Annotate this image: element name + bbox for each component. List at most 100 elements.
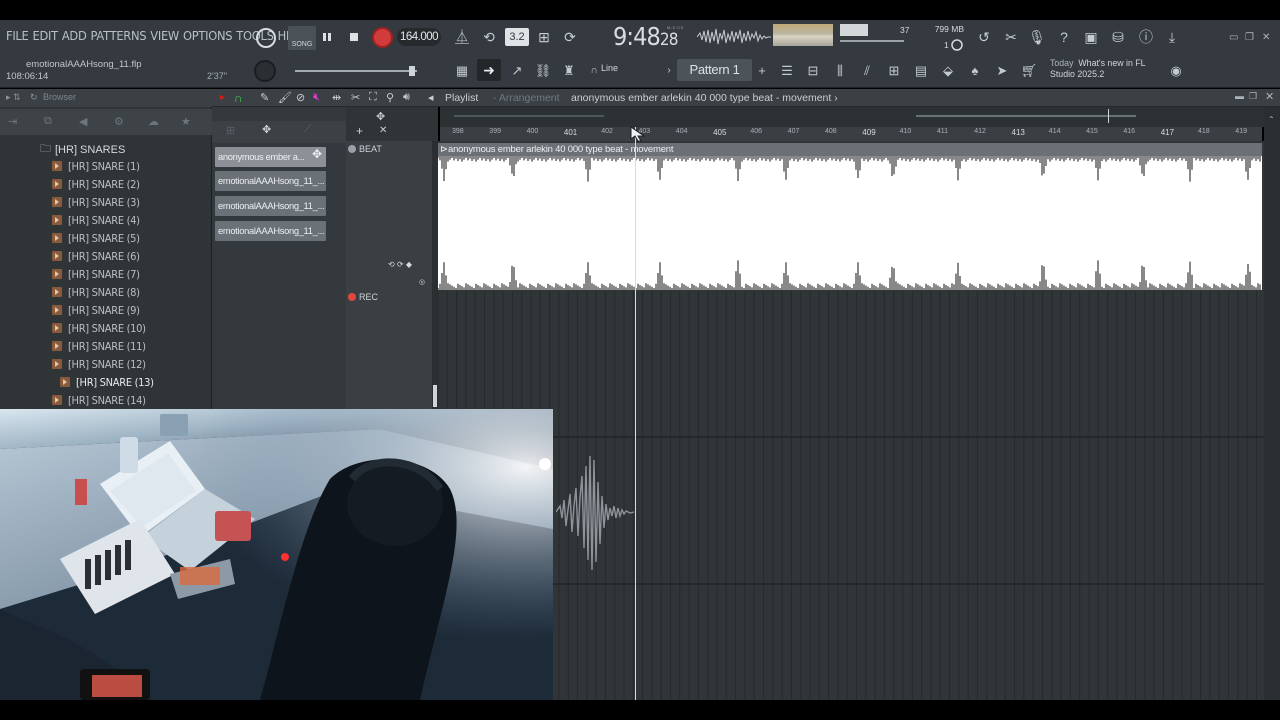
browser-file-item[interactable]: [HR] SNARE (14): [52, 391, 154, 409]
clip-item[interactable]: emotionalAAAHsong_11_...: [215, 171, 326, 191]
picker-edit-icon[interactable]: ⟋: [304, 123, 312, 136]
main-volume-knob[interactable]: [254, 60, 276, 82]
plugin-picker-icon[interactable]: ⬙: [938, 61, 958, 81]
maximize-icon[interactable]: ❐: [1245, 32, 1254, 43]
shop-cart-icon[interactable]: 🛒︎: [1019, 61, 1039, 81]
browser-file-item[interactable]: [HR] SNARE (13): [52, 373, 154, 391]
blend-notes-icon[interactable]: ⊞: [535, 28, 553, 46]
browser-file-item[interactable]: [HR] SNARE (8): [52, 283, 154, 301]
delete-icon[interactable]: ⊘: [296, 91, 305, 104]
zoom-handle[interactable]: [1108, 109, 1109, 123]
browser-cloud-icon[interactable]: ☁: [148, 115, 159, 128]
timeline-scroll-bar[interactable]: [440, 107, 1274, 127]
export-icon[interactable]: ⤓: [1163, 28, 1181, 46]
slide-tool-icon[interactable]: ↗: [507, 61, 527, 81]
browser-copy-icon[interactable]: ⧉: [44, 115, 52, 128]
track-record-icon[interactable]: [348, 293, 356, 301]
mixer-icon[interactable]: ⫼: [830, 61, 850, 81]
browser-file-item[interactable]: [HR] SNARE (7): [52, 265, 154, 283]
mute-icon[interactable]: 🔇︎: [313, 91, 320, 104]
browser-gear-icon[interactable]: ⚙: [114, 115, 124, 128]
piano-roll-icon[interactable]: ▦: [452, 61, 472, 81]
browser-file-item[interactable]: [HR] SNARE (11): [52, 337, 154, 355]
zoom-icon[interactable]: ⚲: [386, 91, 394, 104]
clip-item[interactable]: emotionalAAAHsong_11_...: [215, 221, 326, 241]
browser-options-icon[interactable]: ↻: [30, 92, 38, 103]
step-edit-toggle[interactable]: 3.2: [505, 28, 529, 46]
browser-file-item[interactable]: [HR] SNARE (9): [52, 301, 154, 319]
playlist-menu-arrow-icon[interactable]: ◂: [428, 91, 434, 104]
info-icon[interactable]: ⓘ: [1137, 28, 1155, 46]
browser-back-icon[interactable]: ◀: [79, 115, 87, 128]
metronome-icon[interactable]: ⏅: [453, 28, 471, 46]
record-button[interactable]: [372, 27, 393, 48]
stop-button[interactable]: [345, 26, 363, 48]
news-globe-icon[interactable]: ◉: [1166, 61, 1186, 81]
paint-icon[interactable]: 🖌︎: [278, 91, 292, 104]
playlist-icon[interactable]: ☰: [777, 61, 797, 81]
browser-file-item[interactable]: [HR] SNARE (1): [52, 157, 154, 175]
pattern-prev-icon[interactable]: ›: [659, 61, 679, 81]
pencil-icon[interactable]: ✎: [260, 91, 269, 104]
song-mode-toggle[interactable]: SONG: [288, 26, 316, 50]
cut-icon[interactable]: ✂: [1002, 28, 1020, 46]
picker-prev-icon[interactable]: ⊞: [226, 124, 235, 137]
countdown-icon[interactable]: ⟳: [561, 28, 579, 46]
menu-edit[interactable]: EDIT: [30, 29, 59, 44]
add-track-icon[interactable]: +: [356, 124, 363, 138]
clip-item[interactable]: anonymous ember a...: [215, 147, 326, 167]
audio-clip-waveform[interactable]: [437, 156, 1262, 290]
touch-keyboard-icon[interactable]: ♠: [965, 61, 985, 81]
hint-bar-icon[interactable]: ➤: [992, 61, 1012, 81]
playlist-vertical-scrollbar[interactable]: ⌃: [1264, 107, 1280, 700]
slice-icon[interactable]: ✂: [351, 91, 360, 104]
track-controls-icon[interactable]: ⟲ ⟳ ◆: [388, 260, 412, 269]
browser-collapse-icon[interactable]: ⇥: [8, 115, 17, 128]
track-beat[interactable]: BEAT: [348, 144, 382, 154]
browser-star-icon[interactable]: ★: [181, 115, 191, 128]
track-rec[interactable]: REC: [348, 292, 378, 302]
master-pitch-slider[interactable]: [293, 66, 423, 76]
microphone-icon[interactable]: 🎙︎: [1028, 28, 1046, 46]
browser-file-item[interactable]: [HR] SNARE (12): [52, 355, 154, 373]
scroll-up-icon[interactable]: ⌃: [1268, 115, 1275, 125]
news-panel[interactable]: Today What's new in FL Studio 2025.2: [1050, 58, 1146, 80]
save-icon[interactable]: ▣: [1082, 28, 1100, 46]
stamp-icon[interactable]: ♜: [559, 61, 579, 81]
menu-add[interactable]: ADD: [60, 29, 89, 44]
menu-patterns[interactable]: PATTERNS: [89, 29, 149, 44]
project-notes-icon[interactable]: ▤: [911, 61, 931, 81]
browser-file-item[interactable]: [HR] SNARE (5): [52, 229, 154, 247]
track-resize-icon[interactable]: ◎: [419, 278, 425, 286]
magnet-icon[interactable]: ∩: [234, 91, 243, 105]
playback-icon[interactable]: 🔊︎: [403, 91, 410, 104]
track-enable-icon[interactable]: [348, 145, 356, 153]
clip-item[interactable]: emotionalAAAHsong_11_...: [215, 196, 326, 216]
loop-record-icon[interactable]: ⟲: [480, 28, 498, 46]
clip-options-icon[interactable]: ✥: [312, 147, 322, 161]
clip-menu-icon[interactable]: ⊳: [440, 143, 448, 156]
pattern-selector[interactable]: Pattern 1: [677, 59, 752, 81]
track-move-icon[interactable]: ✥: [376, 110, 385, 123]
playlist-play-arrow-icon[interactable]: ▸: [220, 92, 225, 103]
playhead[interactable]: [635, 127, 636, 700]
menu-options[interactable]: OPTIONS: [181, 29, 234, 44]
pause-button[interactable]: [318, 26, 336, 48]
plugin-database-icon[interactable]: ⊞: [884, 61, 904, 81]
remove-track-icon[interactable]: ✕: [379, 125, 387, 136]
tempo-display[interactable]: 164.000: [397, 28, 441, 46]
menu-file[interactable]: FILE: [4, 29, 30, 44]
browser-file-item[interactable]: [HR] SNARE (10): [52, 319, 154, 337]
browser-file-item[interactable]: [HR] SNARE (3): [52, 193, 154, 211]
timeline-ruler[interactable]: 398 399 400 401 402 403 404 405 406 407 408 409 410 4…: [440, 127, 1262, 141]
channel-rack-icon[interactable]: ⊟: [803, 61, 823, 81]
help-icon[interactable]: ?: [1055, 28, 1073, 46]
browser-file-item[interactable]: [HR] SNARE (2): [52, 175, 154, 193]
tuner-icon[interactable]: ⫽: [857, 61, 877, 81]
audio-clip-title[interactable]: ⊳ anonymous ember arlekin 40 000 type be…: [438, 143, 1262, 156]
arrangement-name[interactable]: anonymous ember arlekin 40 000 type beat…: [571, 92, 838, 104]
playlist-arrangement-label[interactable]: - Arrangement: [493, 92, 560, 104]
add-pattern-icon[interactable]: +: [752, 61, 772, 81]
select-icon[interactable]: ⛶: [369, 91, 377, 104]
menu-view[interactable]: VIEW: [148, 29, 181, 44]
